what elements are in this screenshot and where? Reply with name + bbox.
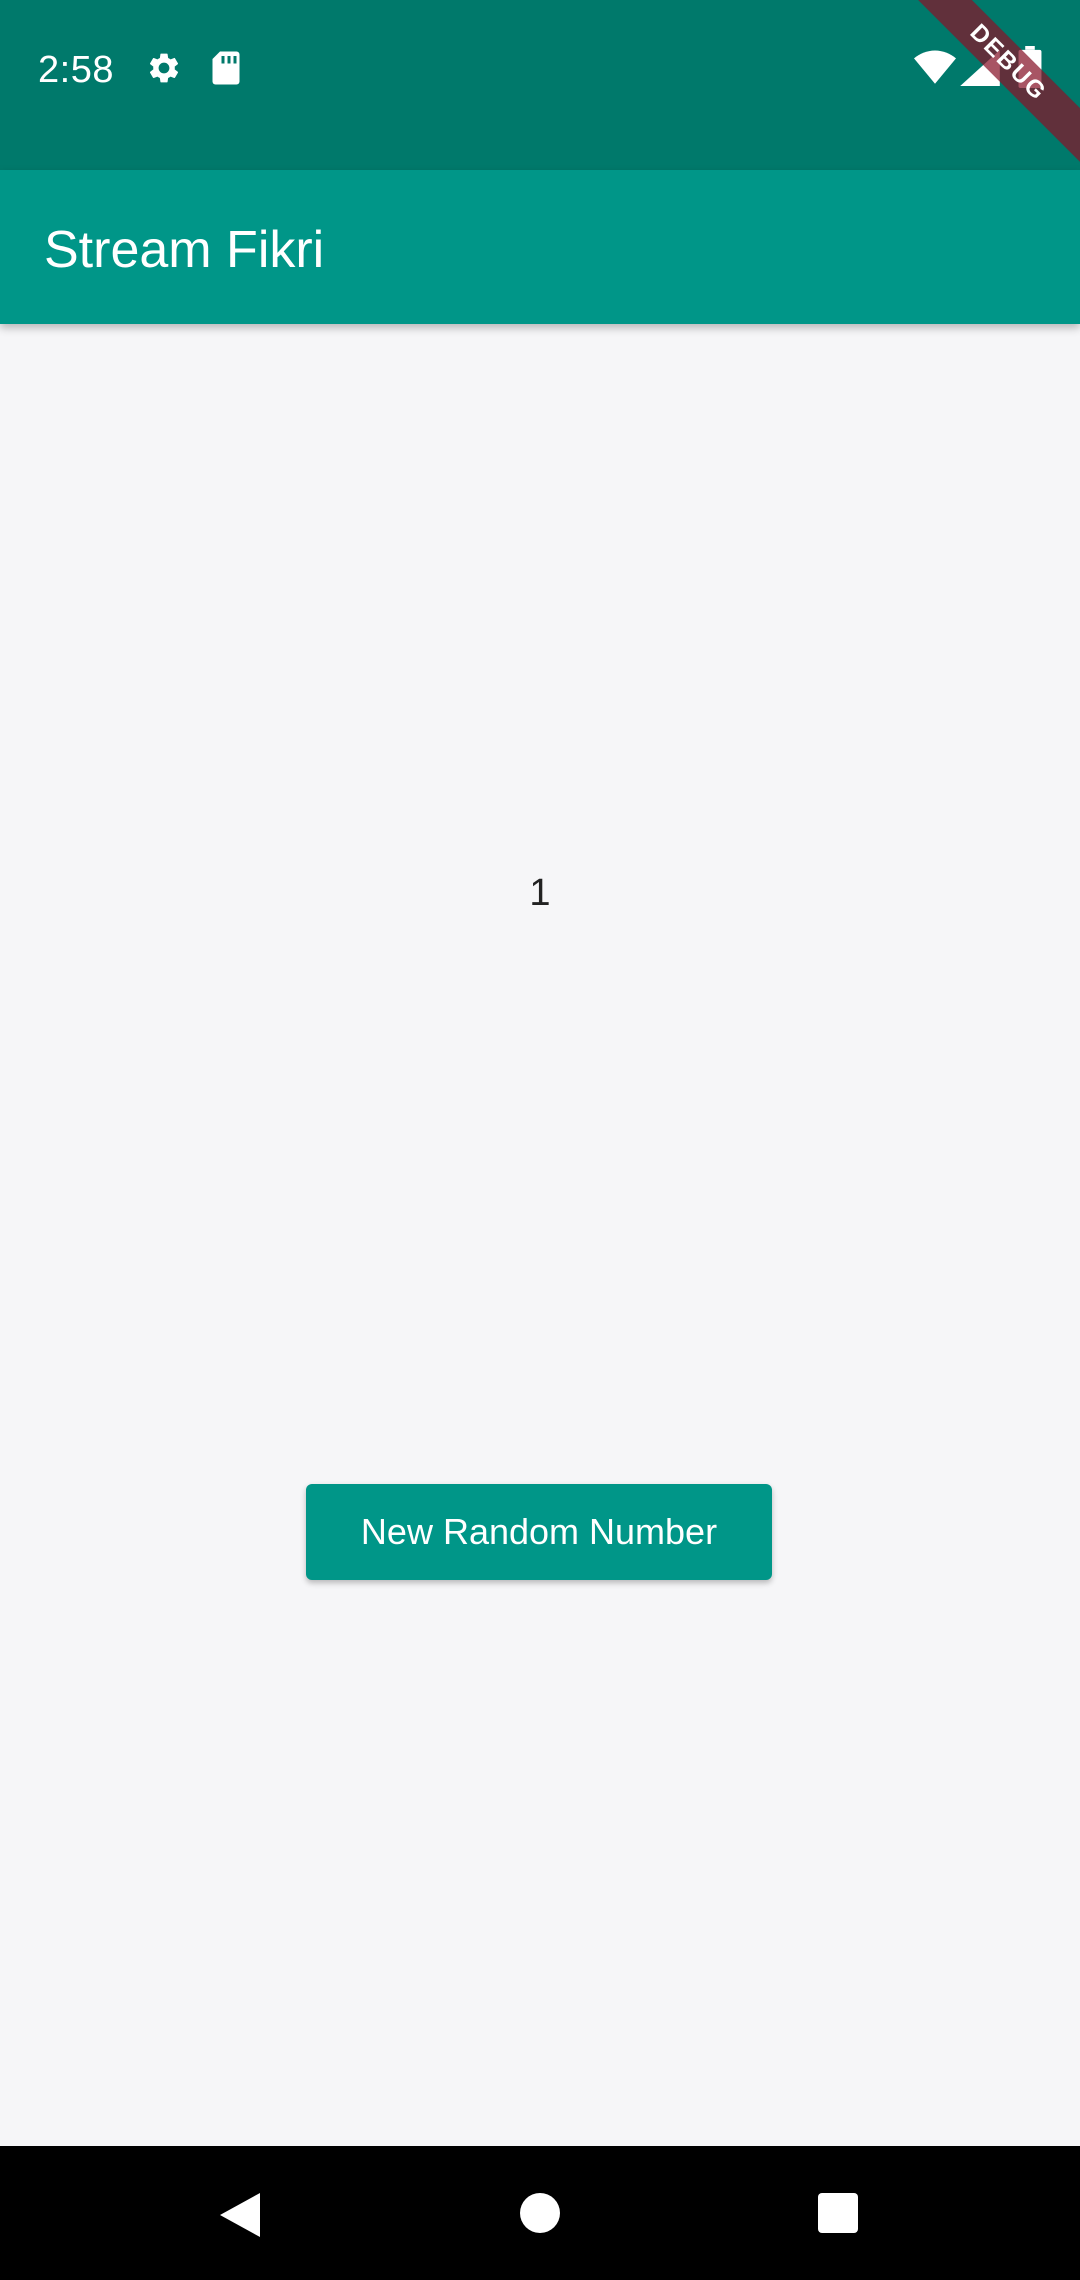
- app-bar-title: Stream Fikri: [44, 221, 325, 279]
- new-random-number-button[interactable]: New Random Number: [306, 1484, 772, 1580]
- back-icon: [220, 2193, 260, 2237]
- nav-recents-button[interactable]: [768, 2146, 908, 2280]
- signal-icon: [960, 50, 1000, 86]
- battery-icon: [1018, 46, 1042, 88]
- random-number-value: 1: [529, 872, 551, 914]
- sd-card-icon: [212, 51, 240, 85]
- nav-back-button[interactable]: [170, 2146, 310, 2280]
- status-time: 2:58: [38, 49, 114, 91]
- recents-icon: [818, 2193, 858, 2233]
- wifi-icon: [914, 50, 956, 84]
- nav-home-button[interactable]: [470, 2146, 610, 2280]
- content-area: 1 New Random Number: [0, 324, 1080, 2146]
- gear-icon: [149, 53, 179, 83]
- status-bar: 2:58 DEBUG: [0, 0, 1080, 170]
- app-bar: Stream Fikri: [0, 170, 1080, 324]
- home-icon: [520, 2193, 560, 2233]
- navigation-bar: [0, 2146, 1080, 2280]
